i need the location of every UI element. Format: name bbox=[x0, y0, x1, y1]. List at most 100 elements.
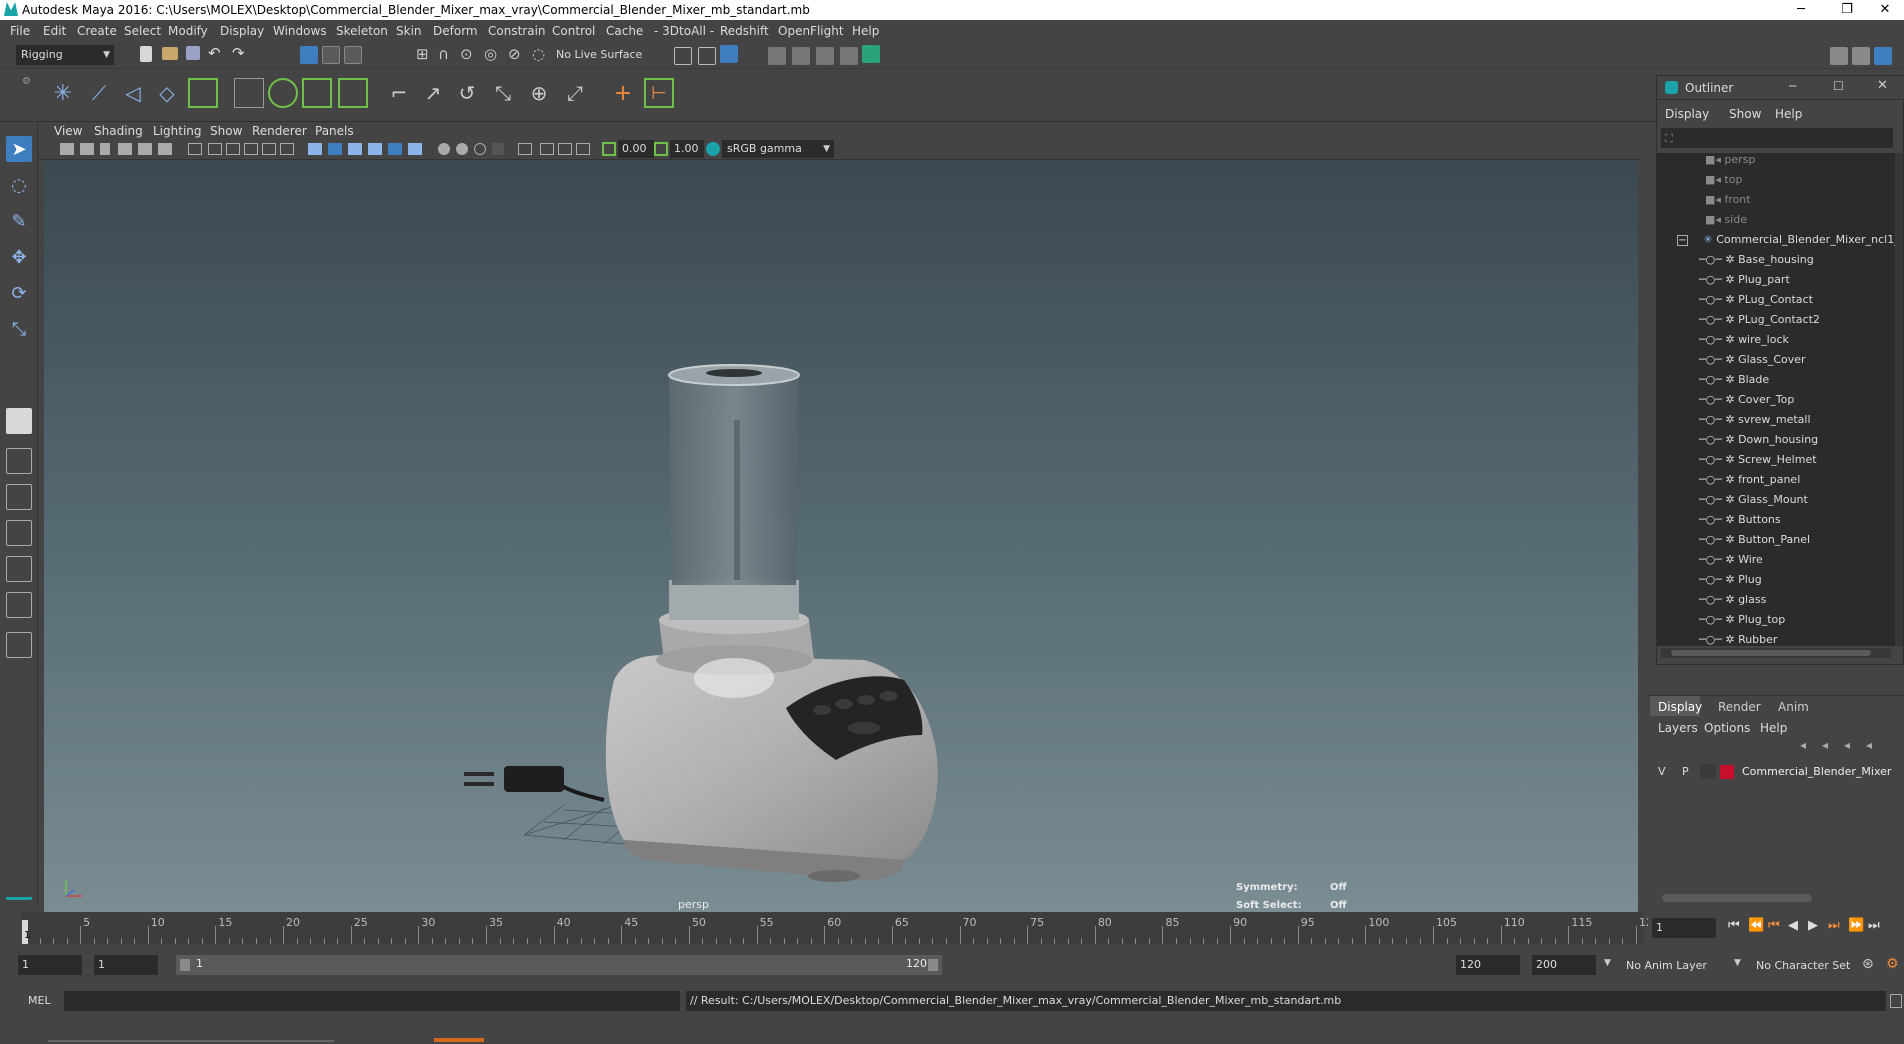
gamma-icon[interactable] bbox=[654, 142, 668, 156]
tree-item-camera[interactable]: ■◂ front bbox=[1705, 193, 1751, 213]
snap-curve-icon[interactable]: ∩ bbox=[438, 45, 449, 63]
depth-of-field-icon[interactable] bbox=[492, 143, 504, 155]
play-backward-icon[interactable]: ◀ bbox=[1788, 918, 1798, 933]
tree-item-child[interactable]: ─○─ ✲ Down_housing bbox=[1699, 433, 1818, 453]
shadows-icon[interactable] bbox=[408, 143, 422, 155]
layer-scrollbar[interactable] bbox=[1662, 894, 1812, 902]
layer-visibility-toggle[interactable]: V bbox=[1658, 765, 1666, 778]
menu-openflight[interactable]: OpenFlight bbox=[778, 24, 844, 38]
wireframe-icon[interactable] bbox=[308, 143, 322, 155]
layer-menu-help[interactable]: Help bbox=[1760, 721, 1787, 735]
outliner-menu-help[interactable]: Help bbox=[1775, 107, 1802, 121]
new-scene-icon[interactable] bbox=[140, 46, 152, 62]
tab-display[interactable]: Display bbox=[1658, 700, 1702, 714]
xray-joints-icon[interactable] bbox=[558, 143, 572, 155]
paint-select-tool-icon[interactable]: ✎ bbox=[6, 208, 32, 234]
layer-menu-options[interactable]: Options bbox=[1704, 721, 1750, 735]
bind-skin-icon[interactable] bbox=[234, 78, 264, 108]
orient-constraint-icon[interactable]: ↺ bbox=[452, 78, 482, 108]
tree-item-child[interactable]: ─○─ ✲ Blade bbox=[1699, 373, 1769, 393]
animation-preferences-icon[interactable]: ⚙ bbox=[1886, 956, 1899, 972]
outliner-close-button[interactable]: ✕ bbox=[1877, 78, 1888, 93]
move-layer-up-icon[interactable]: ◂ bbox=[1800, 738, 1806, 752]
open-scene-icon[interactable] bbox=[162, 47, 178, 60]
move-layer-down-icon[interactable]: ◂ bbox=[1822, 738, 1828, 752]
film-gate-icon[interactable] bbox=[208, 143, 222, 155]
outliner-vertical-scrollbar[interactable] bbox=[1895, 153, 1903, 646]
hypershade-layout-icon[interactable] bbox=[6, 556, 32, 582]
collapse-icon[interactable]: − bbox=[1677, 235, 1688, 246]
step-back-key-icon[interactable]: ⏮ bbox=[1768, 918, 1780, 933]
snap-view-icon[interactable]: ◎ bbox=[484, 45, 497, 63]
tree-item-child[interactable]: ─○─ ✲ Buttons bbox=[1699, 513, 1781, 533]
playback-start-field[interactable]: 1 bbox=[94, 955, 158, 975]
menu-modify[interactable]: Modify bbox=[168, 24, 208, 38]
undo-icon[interactable]: ↶ bbox=[208, 44, 221, 62]
layout-icon[interactable] bbox=[1830, 47, 1848, 65]
lights-icon[interactable] bbox=[388, 143, 402, 155]
persp-outliner-layout-icon[interactable] bbox=[6, 484, 32, 510]
color-management-icon[interactable] bbox=[706, 142, 720, 156]
tab-anim[interactable]: Anim bbox=[1778, 700, 1809, 714]
persp-uv-layout-icon[interactable] bbox=[6, 592, 32, 618]
tree-item-child[interactable]: ─○─ ✲ PLug_Contact bbox=[1699, 293, 1813, 313]
animation-end-field[interactable]: 200 bbox=[1532, 955, 1596, 975]
render-settings-icon[interactable] bbox=[816, 47, 834, 65]
isolate-select-icon[interactable] bbox=[518, 143, 532, 155]
redo-icon[interactable]: ↷ bbox=[232, 44, 245, 62]
tree-item-camera[interactable]: ■◂ side bbox=[1705, 213, 1747, 233]
anti-aliasing-icon[interactable] bbox=[474, 143, 486, 155]
shelf-gear-icon[interactable]: ⚙ bbox=[22, 76, 31, 87]
playback-end-field[interactable]: 120 bbox=[1456, 955, 1520, 975]
menu-select[interactable]: Select bbox=[124, 24, 161, 38]
tree-item-child[interactable]: ─○─ ✲ svrew_metall bbox=[1699, 413, 1811, 433]
menu-create[interactable]: Create bbox=[77, 24, 117, 38]
custom-layout-icon[interactable] bbox=[6, 632, 32, 658]
outliner-menu-show[interactable]: Show bbox=[1729, 107, 1761, 121]
two-d-pan-zoom-icon[interactable] bbox=[138, 143, 152, 155]
menu-display[interactable]: Display bbox=[220, 24, 264, 38]
tree-item-child[interactable]: ─○─ ✲ Glass_Cover bbox=[1699, 353, 1806, 373]
insert-joint-icon[interactable]: ◇ bbox=[152, 78, 182, 108]
rotate-tool-icon[interactable]: ⟳ bbox=[6, 280, 32, 306]
snap-surface-icon[interactable]: ⊘ bbox=[508, 45, 521, 63]
layer-name[interactable]: Commercial_Blender_Mixer bbox=[1742, 765, 1891, 778]
step-forward-icon[interactable]: ⏩ bbox=[1848, 918, 1864, 933]
render-view-icon[interactable] bbox=[720, 45, 738, 63]
ipr-render-icon[interactable] bbox=[792, 47, 810, 65]
ambient-occlusion-icon[interactable] bbox=[438, 143, 450, 155]
joint-tool-icon[interactable]: ✳ bbox=[48, 78, 78, 108]
range-start-handle[interactable] bbox=[180, 959, 190, 971]
outliner-menu-display[interactable]: Display bbox=[1665, 107, 1709, 121]
outliner-filter-icon[interactable]: ⛶ bbox=[1665, 132, 1673, 146]
menu-control[interactable]: Control bbox=[552, 24, 595, 38]
anim-layer-dropdown[interactable]: No Anim Layer bbox=[1626, 959, 1707, 972]
tree-item-child[interactable]: ─○─ ✲ Screw_Helmet bbox=[1699, 453, 1817, 473]
snap-grid-icon[interactable]: ⊞ bbox=[416, 45, 429, 63]
lattice-icon[interactable] bbox=[302, 78, 332, 108]
outliner-tree[interactable]: ■◂ persp ■◂ top ■◂ front ■◂ side − ✳ Com… bbox=[1657, 153, 1895, 646]
current-frame-field[interactable]: 1 bbox=[1652, 918, 1716, 938]
auto-key-icon[interactable]: ⊛ bbox=[1862, 956, 1874, 972]
tree-item-child[interactable]: ─○─ ✲ Plug_top bbox=[1699, 613, 1785, 633]
play-forward-icon[interactable]: ▶ bbox=[1808, 918, 1818, 933]
single-perspective-layout-icon[interactable] bbox=[6, 408, 32, 434]
panel-menu-shading[interactable]: Shading bbox=[94, 124, 143, 138]
input-output-icon[interactable] bbox=[674, 47, 692, 65]
select-hierarchy-icon[interactable] bbox=[300, 46, 318, 64]
snap-center-icon[interactable]: ◌ bbox=[532, 45, 545, 63]
new-layer-selected-icon[interactable]: ◂ bbox=[1866, 738, 1872, 752]
step-back-icon[interactable]: ⏪ bbox=[1748, 918, 1764, 933]
script-editor-icon[interactable] bbox=[1890, 994, 1902, 1008]
pole-vector-icon[interactable]: ⤢ bbox=[560, 78, 590, 108]
go-to-start-icon[interactable]: ⏮ bbox=[1728, 918, 1740, 933]
textured-icon[interactable] bbox=[368, 143, 382, 155]
paint-weights-icon[interactable] bbox=[268, 78, 298, 108]
live-surface-label[interactable]: No Live Surface bbox=[556, 48, 642, 61]
menu-set-dropdown[interactable]: Rigging ▼ bbox=[16, 45, 114, 65]
panel-menu-lighting[interactable]: Lighting bbox=[153, 124, 202, 138]
outliner-search-input[interactable] bbox=[1661, 128, 1893, 148]
resolution-gate-icon[interactable] bbox=[226, 143, 240, 155]
menu-skin[interactable]: Skin bbox=[396, 24, 422, 38]
channel-box-toggle-icon[interactable] bbox=[1852, 47, 1870, 65]
